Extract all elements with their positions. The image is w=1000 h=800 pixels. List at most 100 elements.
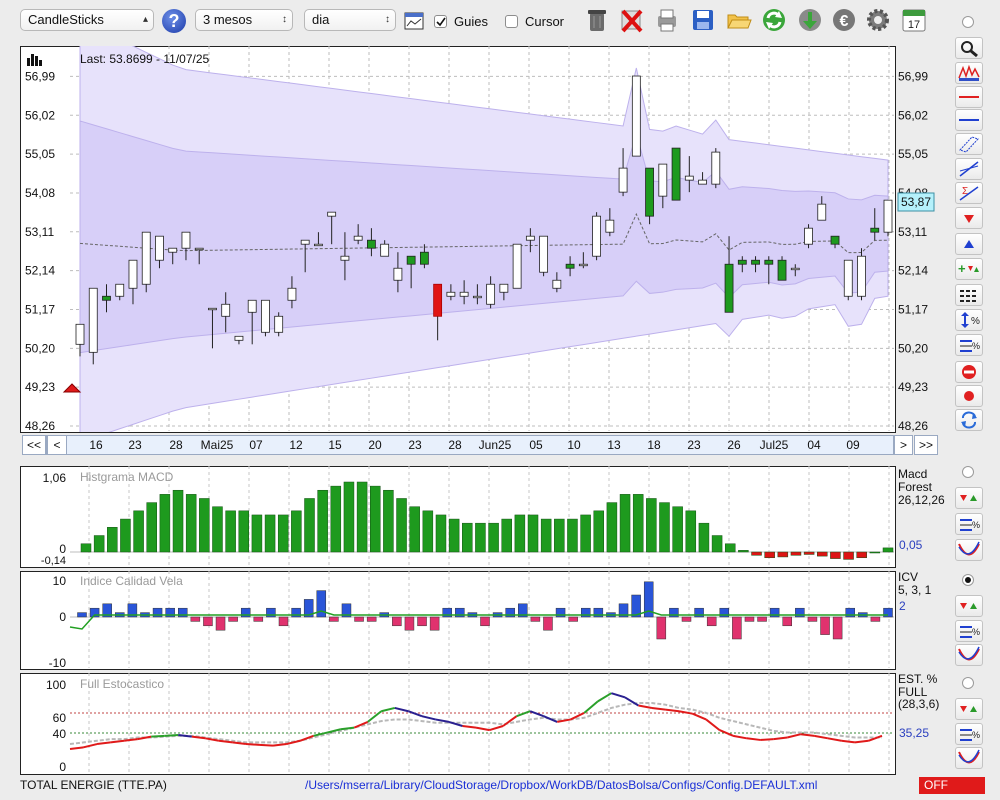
main-panel-radio[interactable] xyxy=(962,16,974,28)
crossing-curves-icon xyxy=(958,646,980,661)
price-chart[interactable]: 56,9956,9956,0256,0255,0555,0554,0854,08… xyxy=(20,46,958,432)
macd-bar xyxy=(672,506,683,553)
record-button[interactable] xyxy=(955,385,983,407)
guides-checkbox[interactable] xyxy=(434,15,447,28)
macd-bar xyxy=(264,514,276,553)
add-signal-button[interactable]: + xyxy=(955,258,983,280)
macd-panel-radio[interactable] xyxy=(962,466,974,478)
stochastic-fast-segment xyxy=(624,696,639,707)
candle-body xyxy=(764,259,774,265)
stochastic-signals-button[interactable] xyxy=(955,698,983,720)
percent-lines-button[interactable]: % xyxy=(955,334,983,356)
candle-body xyxy=(486,283,496,305)
macd-bar xyxy=(146,502,157,553)
period-select[interactable]: 3 mesos ↕ xyxy=(195,9,293,31)
icv-curves-button[interactable] xyxy=(955,644,983,666)
stochastic-panel-radio[interactable] xyxy=(962,677,974,689)
y-tick-label-left: 56,99 xyxy=(25,69,55,83)
nav-next-button[interactable]: > xyxy=(894,435,913,455)
y-tick-label-left: 52,14 xyxy=(25,264,55,278)
cursor-checkbox[interactable] xyxy=(505,15,518,28)
icv-levels-button[interactable]: % xyxy=(955,620,983,642)
delete-icon[interactable] xyxy=(619,7,645,33)
icv-bar xyxy=(366,616,377,622)
fibonacci-button[interactable]: Σ xyxy=(955,182,983,204)
horizontal-line-red-button[interactable] xyxy=(955,86,983,108)
icv-bar xyxy=(820,616,830,635)
lines-list-button[interactable] xyxy=(955,284,983,306)
macd-bar xyxy=(777,551,789,558)
icv-bar xyxy=(732,616,742,640)
candle-body xyxy=(247,299,257,313)
macd-levels-button[interactable]: % xyxy=(955,513,983,535)
config-path-link[interactable]: /Users/mserra/Library/CloudStorage/Dropb… xyxy=(305,778,817,792)
icv-bar xyxy=(832,616,843,640)
euro-icon[interactable]: € xyxy=(831,7,857,33)
trash-icon[interactable] xyxy=(584,7,610,33)
stochastic-legend: EST. % FULL (28,3,6) xyxy=(898,673,948,711)
macd-bar xyxy=(501,518,512,553)
candle-body xyxy=(472,295,482,299)
icv-signals-button[interactable] xyxy=(955,595,983,617)
horizontal-line-blue-button[interactable] xyxy=(955,109,983,131)
candle-body xyxy=(141,231,151,285)
stochastic-fast-segment xyxy=(394,706,409,713)
stochastic-levels-button[interactable]: % xyxy=(955,723,983,745)
candle-body xyxy=(857,255,866,297)
interval-select[interactable]: dia ↕ xyxy=(304,9,396,31)
chart-type-select[interactable]: CandleSticks ▴ xyxy=(20,9,154,31)
candle-body xyxy=(830,235,840,245)
sell-marker-button[interactable] xyxy=(955,207,983,229)
guides-label: Guies xyxy=(454,14,488,29)
y-tick-label-right: 55,05 xyxy=(898,147,928,161)
x-tick-label: 28 xyxy=(169,438,183,452)
x-tick-label: 15 xyxy=(328,438,342,452)
candle-body xyxy=(552,279,562,289)
indicator-button[interactable] xyxy=(955,62,983,84)
download-icon[interactable] xyxy=(797,7,823,33)
icv-panel-radio[interactable] xyxy=(962,574,974,586)
icv-bar xyxy=(228,616,238,622)
macd-legend-name: Macd Forest xyxy=(898,467,933,494)
candle-body xyxy=(777,259,787,281)
no-entry-button[interactable] xyxy=(955,361,983,383)
candle-body xyxy=(274,315,284,333)
candle-body xyxy=(367,239,376,249)
open-folder-icon[interactable] xyxy=(726,7,752,33)
stochastic-curves-button[interactable] xyxy=(955,747,983,769)
candle-body xyxy=(525,235,535,241)
red-down-arrow-icon xyxy=(964,215,974,223)
help-icon[interactable]: ? xyxy=(162,9,186,33)
trendline-button[interactable] xyxy=(955,158,983,180)
print-icon[interactable] xyxy=(654,7,680,33)
chart-settings-icon[interactable] xyxy=(404,11,424,31)
macd-signals-button[interactable] xyxy=(955,487,983,509)
stochastic-fast-segment xyxy=(651,706,666,711)
stochastic-fast-segment xyxy=(83,743,98,749)
macd-bar xyxy=(869,551,881,554)
stochastic-fast-segment xyxy=(665,708,680,713)
macd-bar xyxy=(554,518,565,553)
percent-range-button[interactable]: % xyxy=(955,309,983,331)
calendar-icon[interactable]: 17 xyxy=(901,7,927,33)
macd-bar xyxy=(120,518,131,553)
stochastic-fast-segment xyxy=(475,726,490,732)
candle-body xyxy=(353,235,363,241)
buy-marker-button[interactable] xyxy=(955,233,983,255)
save-icon[interactable] xyxy=(690,7,716,33)
nav-last-button[interactable]: >> xyxy=(914,435,938,455)
zoom-button[interactable] xyxy=(955,37,983,59)
stochastic-current-value: 35,25 xyxy=(899,726,930,740)
macd-bar xyxy=(356,481,368,553)
swap-button[interactable] xyxy=(955,409,983,431)
stochastic-chart: Full Estocastico 100 60 40 0 xyxy=(46,673,894,774)
channel-button[interactable] xyxy=(955,133,983,155)
candle-body xyxy=(751,259,760,265)
gear-icon[interactable] xyxy=(865,7,891,33)
stochastic-fast-segment xyxy=(800,733,815,737)
icv-bar xyxy=(480,616,490,627)
red-green-arrows-icon xyxy=(960,603,977,609)
refresh-icon[interactable] xyxy=(761,7,787,33)
candle-body xyxy=(168,247,178,253)
macd-curves-button[interactable] xyxy=(955,539,983,561)
